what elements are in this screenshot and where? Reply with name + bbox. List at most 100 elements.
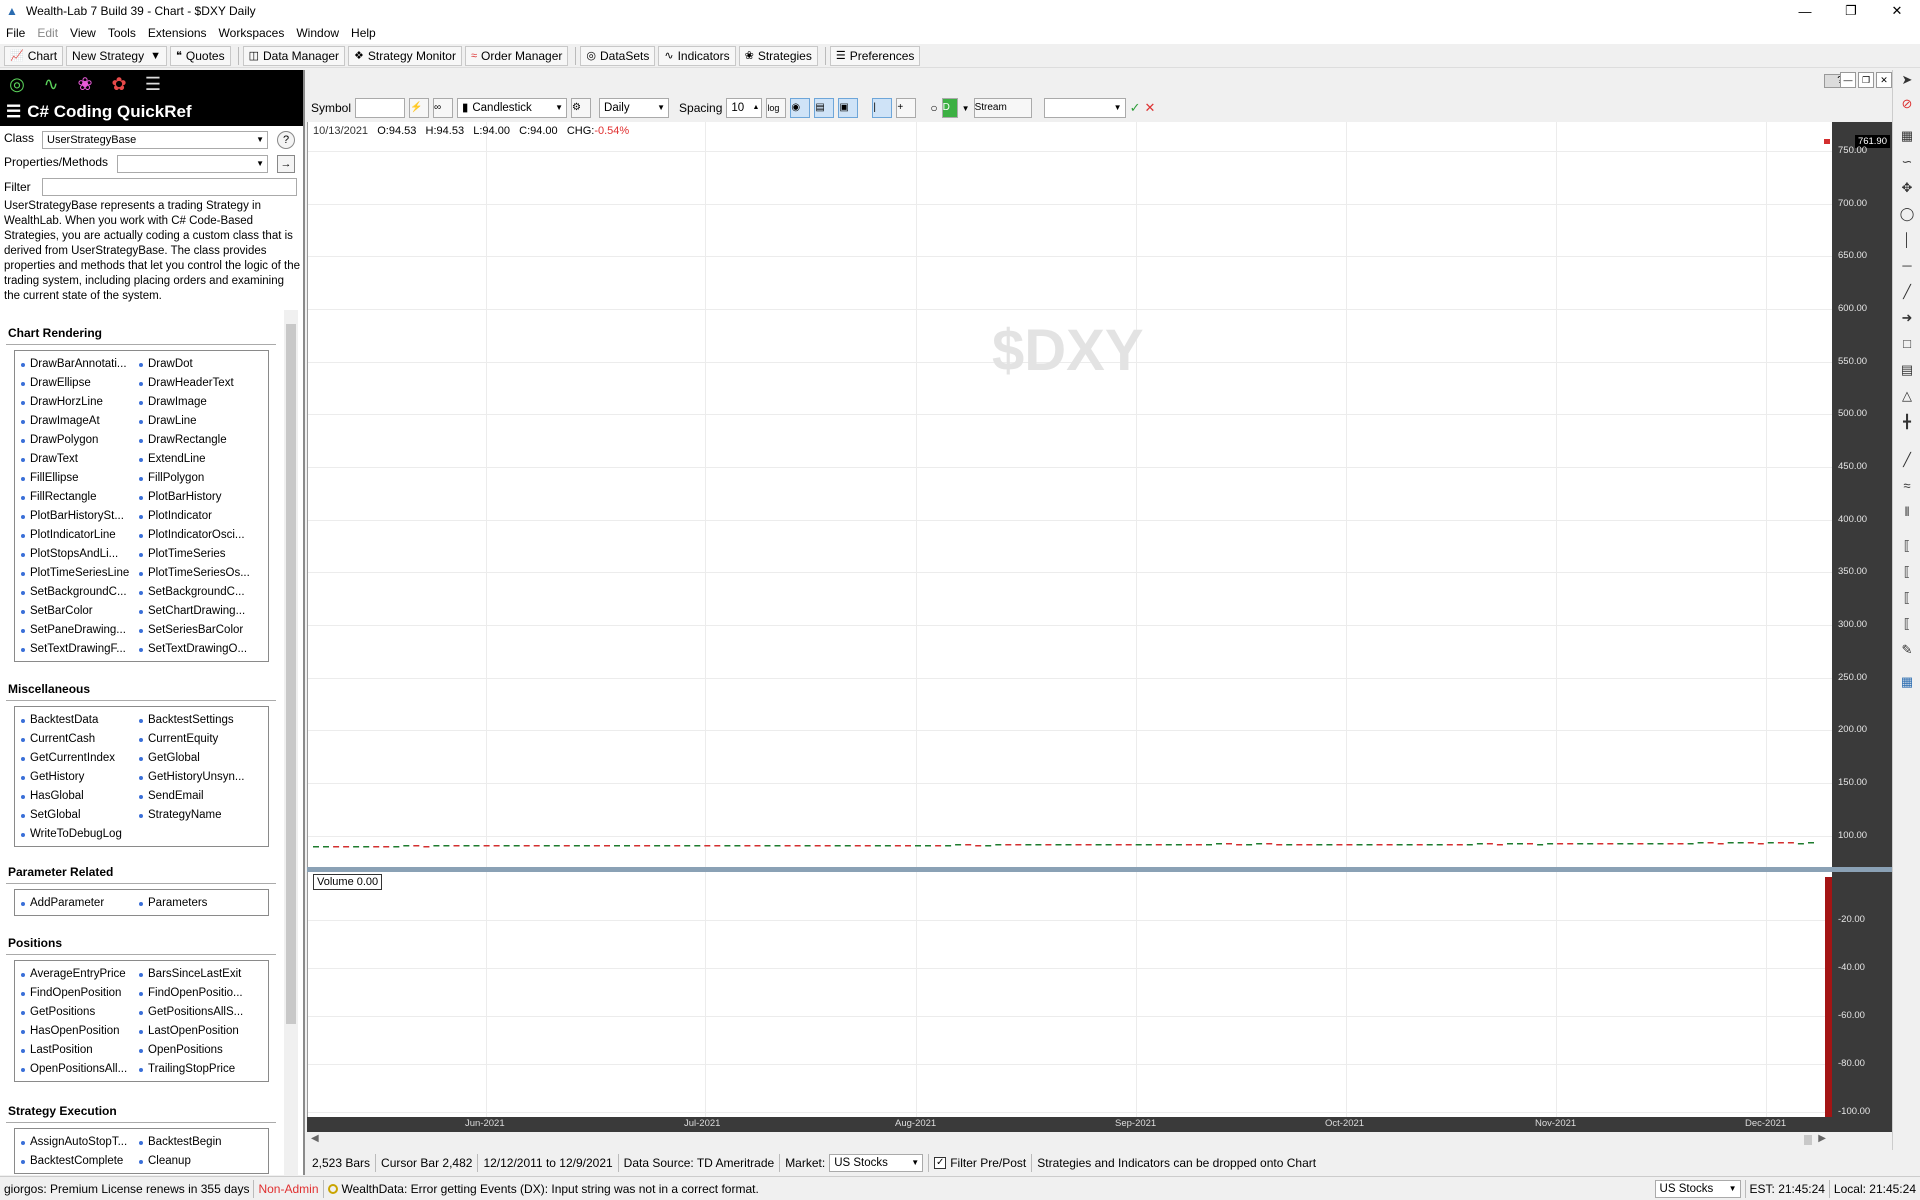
method-item[interactable]: FillEllipse — [21, 469, 139, 488]
go-arrow-icon[interactable]: → — [277, 155, 295, 173]
method-item[interactable]: AssignAutoStopT... — [21, 1133, 139, 1152]
chart-style-select[interactable]: ▮ Candlestick ▼ — [457, 98, 568, 118]
method-item[interactable]: SetTextDrawingO... — [139, 640, 257, 659]
help-icon[interactable]: ? — [277, 131, 295, 149]
minimize-button[interactable]: — — [1782, 0, 1828, 22]
minimize-icon[interactable]: — — [1840, 72, 1856, 88]
menu-tools[interactable]: Tools — [102, 26, 142, 40]
method-item[interactable]: GetPositionsAllS... — [139, 1003, 257, 1022]
method-item[interactable]: FindOpenPositio... — [139, 984, 257, 1003]
method-item[interactable]: ExtendLine — [139, 450, 257, 469]
method-item[interactable]: SetBackgroundC... — [139, 583, 257, 602]
properties-select[interactable]: ▼ — [117, 155, 268, 173]
method-item[interactable]: SetBackgroundC... — [21, 583, 139, 602]
method-item[interactable]: DrawDot — [139, 355, 257, 374]
filter-input[interactable] — [42, 178, 297, 196]
volume-axis[interactable]: -20.00 -40.00 -60.00 -80.00 -100.00 — [1832, 872, 1892, 1117]
method-item[interactable]: CurrentCash — [21, 730, 139, 749]
data-manager-button[interactable]: ◫ Data Manager — [242, 45, 346, 66]
symbol-input[interactable] — [355, 98, 406, 118]
arrow-icon[interactable]: ➜ — [1897, 308, 1917, 328]
spacing-stepper[interactable]: 10 ▲ — [726, 98, 763, 118]
curve-icon[interactable]: ∽ — [1897, 152, 1917, 172]
method-item[interactable]: BacktestBegin — [139, 1133, 257, 1152]
method-item[interactable]: SetTextDrawingF... — [21, 640, 139, 659]
data-provider-icon[interactable]: D — [941, 98, 958, 118]
order-manager-button[interactable]: ≈ Order Manager — [464, 45, 569, 66]
method-item[interactable]: BacktestData — [21, 711, 139, 730]
quotes-button[interactable]: ❝ Quotes — [169, 45, 231, 66]
method-item[interactable]: GetHistoryUnsyn... — [139, 768, 257, 787]
window-icon[interactable]: ▣ — [838, 98, 859, 118]
method-item[interactable]: GetCurrentIndex — [21, 749, 139, 768]
no-entry-icon[interactable]: ⊘ — [1897, 94, 1917, 114]
scroll-right-icon[interactable]: ▶ — [1818, 1133, 1826, 1144]
scale-select[interactable]: Daily ▼ — [599, 98, 670, 118]
method-item[interactable]: DrawHorzLine — [21, 393, 139, 412]
new-strategy-button[interactable]: New Strategy ▼ — [66, 45, 167, 66]
method-item[interactable]: AddParameter — [21, 894, 139, 913]
method-item[interactable]: HasGlobal — [21, 787, 139, 806]
method-item[interactable]: DrawText — [21, 450, 139, 469]
market-select-2[interactable]: US Stocks ▼ — [1651, 1179, 1746, 1198]
restore-icon[interactable]: ❐ — [1858, 72, 1874, 88]
channel-icon[interactable]: ╱ — [1897, 450, 1917, 470]
horizontal-line-icon[interactable]: ─ — [1897, 256, 1917, 276]
triangle-icon[interactable]: △ — [1897, 386, 1917, 406]
filter-prepost-toggle[interactable]: ✓ Filter Pre/Post — [929, 1154, 1033, 1172]
preferences-button[interactable]: ☰ Preferences — [829, 45, 921, 66]
method-item[interactable]: OpenPositionsAll... — [21, 1060, 139, 1079]
stream-button[interactable]: Stream — [973, 98, 1032, 118]
order-icon[interactable]: ✿ — [108, 74, 130, 95]
method-item[interactable]: DrawHeaderText — [139, 374, 257, 393]
method-item[interactable]: FindOpenPosition — [21, 984, 139, 1003]
method-item[interactable]: GetGlobal — [139, 749, 257, 768]
menu-help[interactable]: Help — [345, 26, 382, 40]
menu-view[interactable]: View — [64, 26, 102, 40]
price-axis[interactable]: 761.90 750.00 700.00 650.00 600.00 550.00 500… — [1832, 122, 1892, 868]
method-item[interactable]: DrawImage — [139, 393, 257, 412]
method-item[interactable]: SendEmail — [139, 787, 257, 806]
regression-icon[interactable]: ≈ — [1897, 476, 1917, 496]
note-icon[interactable]: ▤ — [1897, 360, 1917, 380]
lightning-icon[interactable]: ⚡ — [409, 98, 430, 118]
check-icon[interactable]: ✓ — [1130, 98, 1141, 118]
panel-scrollbar[interactable] — [284, 310, 298, 1175]
link-icon[interactable]: ∞ — [433, 98, 454, 118]
method-item[interactable]: DrawEllipse — [21, 374, 139, 393]
method-item[interactable]: PlotStopsAndLi... — [21, 545, 139, 564]
circle-icon[interactable]: ○ — [930, 98, 937, 118]
method-item[interactable]: OpenPositions — [139, 1041, 257, 1060]
brain-icon[interactable]: ❀ — [74, 74, 96, 95]
method-item[interactable]: PlotTimeSeriesOs... — [139, 564, 257, 583]
method-item[interactable]: HasOpenPosition — [21, 1022, 139, 1041]
pointer-icon[interactable]: ➤ — [1897, 70, 1917, 90]
fibonacci-retrace-icon[interactable]: ⟦ — [1897, 562, 1917, 582]
pane-icon[interactable]: ▤ — [814, 98, 835, 118]
scroll-left-icon[interactable]: ◀ — [311, 1133, 319, 1144]
log-scale-button[interactable]: log — [766, 98, 787, 118]
fibonacci-arc-icon[interactable]: ⟦ — [1897, 588, 1917, 608]
volume-pane[interactable]: Volume 0.00 -20.00 -40.00 -60.00 -80.00 -100… — [307, 872, 1892, 1117]
chart-scrollbar[interactable]: ◀ ▶ — [307, 1132, 1892, 1148]
method-item[interactable]: FillPolygon — [139, 469, 257, 488]
parallel-icon[interactable]: ‖ — [1897, 502, 1917, 522]
method-item[interactable]: FillRectangle — [21, 488, 139, 507]
method-item[interactable]: SetPaneDrawing... — [21, 621, 139, 640]
menu-file[interactable]: File — [0, 26, 31, 40]
class-select[interactable]: UserStrategyBase ▼ — [42, 131, 268, 149]
maximize-button[interactable]: ❐ — [1828, 0, 1874, 22]
method-item[interactable]: DrawBarAnnotati... — [21, 355, 139, 374]
trendline-icon[interactable]: ╱ — [1897, 282, 1917, 302]
method-item[interactable]: PlotTimeSeries — [139, 545, 257, 564]
strategies-button[interactable]: ❀ Strategies — [738, 45, 818, 66]
scrollbar-thumb[interactable] — [1804, 1135, 1812, 1145]
indicators-button[interactable]: ∿ Indicators — [658, 45, 736, 66]
method-item[interactable]: BacktestComplete — [21, 1152, 139, 1171]
date-axis[interactable]: Jun-2021 Jul-2021 Aug-2021 Sep-2021 Oct-2021… — [307, 1117, 1892, 1132]
menu-edit[interactable]: Edit — [31, 26, 64, 40]
method-item[interactable]: PlotBarHistorySt... — [21, 507, 139, 526]
datasets-button[interactable]: ◎ DataSets — [580, 45, 656, 66]
method-item[interactable]: Parameters — [139, 894, 257, 913]
method-item[interactable]: SetChartDrawing... — [139, 602, 257, 621]
